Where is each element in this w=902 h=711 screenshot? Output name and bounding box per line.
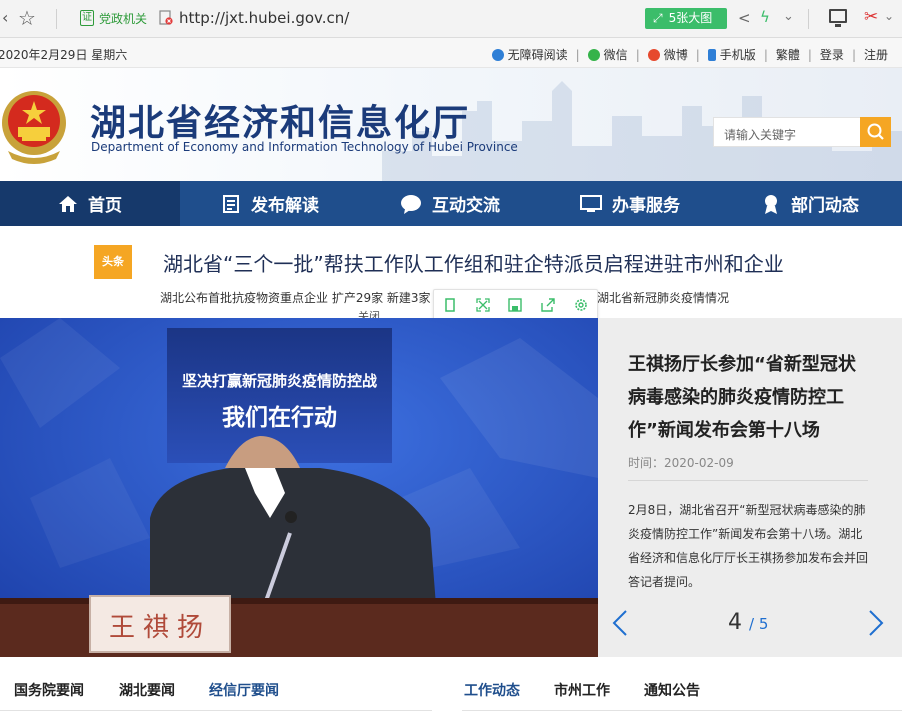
nav-item-label: 首页	[88, 196, 122, 216]
main-nav: 首页 发布解读 互动交流 办事服务 部门动态	[0, 181, 902, 226]
news-tabs-left: 国务院要闻 湖北要闻 经信厅要闻	[0, 672, 432, 711]
current-date: 2020年2月29日 星期六	[0, 48, 128, 62]
tab-notices[interactable]: 通知公告	[644, 680, 700, 700]
total-pages: / 5	[749, 615, 769, 633]
large-images-button[interactable]: ⤢ 5张大图	[645, 8, 727, 29]
expand-icon: ⤢	[653, 11, 663, 25]
nav-item-label: 发布解读	[251, 196, 319, 216]
carousel-next-icon[interactable]	[868, 610, 884, 636]
gov-certified-label[interactable]: 党政机关	[99, 10, 147, 27]
award-icon	[765, 194, 777, 214]
nav-item-label: 互动交流	[432, 196, 500, 216]
gov-certified-icon: 证	[80, 10, 94, 26]
caption-divider	[628, 480, 868, 481]
banner-line-1: 坚决打赢新冠肺炎疫情防控战	[181, 372, 377, 390]
carousel-news-title[interactable]: 王祺扬厅长参加“省新型冠状病毒感染的肺炎疫情防控工作”新闻发布会第十八场	[628, 348, 872, 447]
carousel-caption-panel: 王祺扬厅长参加“省新型冠状病毒感染的肺炎疫情防控工作”新闻发布会第十八场 时间：…	[598, 318, 902, 657]
wheelchair-icon	[491, 48, 504, 61]
site-title: 湖北省经济和信息化厅	[90, 102, 471, 144]
wechat-label: 微信	[603, 48, 628, 62]
site-header: 湖北省经济和信息化厅 Department of Economy and Inf…	[0, 68, 902, 181]
nav-item-department-news[interactable]: 部门动态	[720, 181, 900, 226]
top-links: 无障碍阅读 | 微信 | 微博 | 手机版 | 繁體 | 登录 | 注册	[491, 46, 888, 63]
headline-badge: 头条	[94, 245, 132, 279]
share-icon[interactable]	[541, 297, 555, 312]
top-info-bar: 2020年2月29日 星期六 无障碍阅读 | 微信 | 微博 | 手机版 | 繁…	[0, 38, 902, 68]
press-conference-photo	[0, 318, 598, 657]
time-label: 时间：	[628, 456, 665, 470]
weibo-label: 微博	[663, 48, 688, 62]
chevron-down-icon[interactable]: ⌄	[884, 9, 894, 23]
news-tabs-right: 工作动态 市州工作 通知公告	[462, 672, 902, 711]
address-url[interactable]: http://jxt.hubei.gov.cn/	[179, 9, 349, 27]
news-carousel: 坚决打赢新冠肺炎疫情防控战 我们在行动 王祺扬 王祺扬厅长参加“省新型冠状病毒感…	[0, 318, 902, 657]
document-icon	[223, 194, 239, 213]
mobile-phone-icon	[707, 48, 716, 61]
bookmark-star-icon[interactable]: ☆	[18, 6, 36, 30]
headline-section: 头条 湖北省“三个一批”帮扶工作队工作组和驻企特派员启程进驻市州和企业 湖北公布…	[0, 226, 902, 323]
weibo-icon	[647, 48, 660, 61]
traditional-chinese-link[interactable]: 繁體	[776, 46, 800, 63]
tab-state-council-news[interactable]: 国务院要闻	[14, 680, 84, 700]
image-tools-toolbar	[433, 289, 598, 320]
chat-bubble-icon	[401, 194, 421, 214]
carousel-pager: 4 / 5	[728, 610, 768, 635]
register-link[interactable]: 注册	[864, 46, 888, 63]
carousel-prev-icon[interactable]	[612, 610, 628, 636]
save-icon[interactable]	[508, 297, 523, 312]
login-link[interactable]: 登录	[820, 46, 844, 63]
nav-item-releases[interactable]: 发布解读	[180, 181, 360, 226]
carousel-news-summary: 2月8日，湖北省召开“新型冠状病毒感染的肺炎疫情防控工作”新闻发布会第十八场。湖…	[628, 503, 869, 589]
search-icon	[867, 123, 884, 140]
fullscreen-icon[interactable]	[476, 297, 490, 312]
lightning-icon[interactable]: ϟ	[760, 8, 770, 26]
search-button[interactable]	[860, 117, 891, 147]
nav-item-home[interactable]: 首页	[0, 181, 180, 226]
scissors-icon[interactable]: ✂	[864, 7, 878, 27]
headline-title-link[interactable]: 湖北省“三个一批”帮扶工作队工作组和驻企特派员启程进驻市州和企业	[163, 248, 784, 277]
phone-icon[interactable]	[443, 297, 457, 312]
banner-line-2: 我们在行动	[222, 404, 337, 431]
tab-department-news[interactable]: 经信厅要闻	[209, 680, 279, 700]
tab-hubei-news[interactable]: 湖北要闻	[119, 680, 175, 700]
accessibility-link[interactable]: 无障碍阅读	[491, 46, 568, 63]
weibo-link[interactable]: 微博	[647, 46, 688, 63]
wechat-icon	[587, 48, 600, 61]
mobile-link[interactable]: 手机版	[707, 46, 756, 63]
nav-item-services[interactable]: 办事服务	[540, 181, 720, 226]
monitor-icon[interactable]	[829, 9, 847, 27]
nav-item-label: 办事服务	[612, 196, 680, 216]
chevron-down-icon[interactable]: ⌄	[783, 9, 794, 24]
toolbar-divider	[56, 9, 57, 29]
nav-item-label: 部门动态	[791, 196, 859, 216]
site-title-english: Department of Economy and Information Te…	[91, 140, 518, 154]
carousel-photo[interactable]: 坚决打赢新冠肺炎疫情防控战 我们在行动 王祺扬	[0, 318, 598, 657]
settings-icon[interactable]	[574, 298, 588, 312]
monitor-icon	[580, 194, 602, 212]
share-icon[interactable]: <	[738, 9, 751, 27]
carousel-news-time: 时间：2020-02-09	[628, 454, 734, 471]
mobile-label: 手机版	[719, 48, 756, 62]
tab-city-work[interactable]: 市州工作	[554, 680, 610, 700]
back-arrow-icon[interactable]: ‹	[2, 8, 8, 27]
nav-item-interaction[interactable]: 互动交流	[360, 181, 540, 226]
search-input[interactable]: 请输入关键字	[713, 117, 861, 147]
time-value: 2020-02-09	[664, 456, 734, 470]
national-emblem-icon	[2, 91, 66, 164]
nameplate: 王祺扬	[108, 613, 211, 643]
current-page: 4	[728, 610, 742, 635]
large-images-label: 5张大图	[668, 11, 713, 25]
tab-work-updates[interactable]: 工作动态	[464, 680, 520, 700]
headline-sub-link[interactable]: 湖北省新冠肺炎疫情情况	[597, 289, 729, 306]
browser-address-bar: ‹ ☆ 证 党政机关 http://jxt.hubei.gov.cn/ ⤢ 5张大…	[0, 0, 902, 38]
page-security-icon[interactable]	[159, 10, 173, 26]
toolbar-divider	[808, 9, 809, 29]
wechat-link[interactable]: 微信	[587, 46, 628, 63]
home-icon	[59, 195, 77, 212]
accessibility-label: 无障碍阅读	[507, 48, 568, 62]
